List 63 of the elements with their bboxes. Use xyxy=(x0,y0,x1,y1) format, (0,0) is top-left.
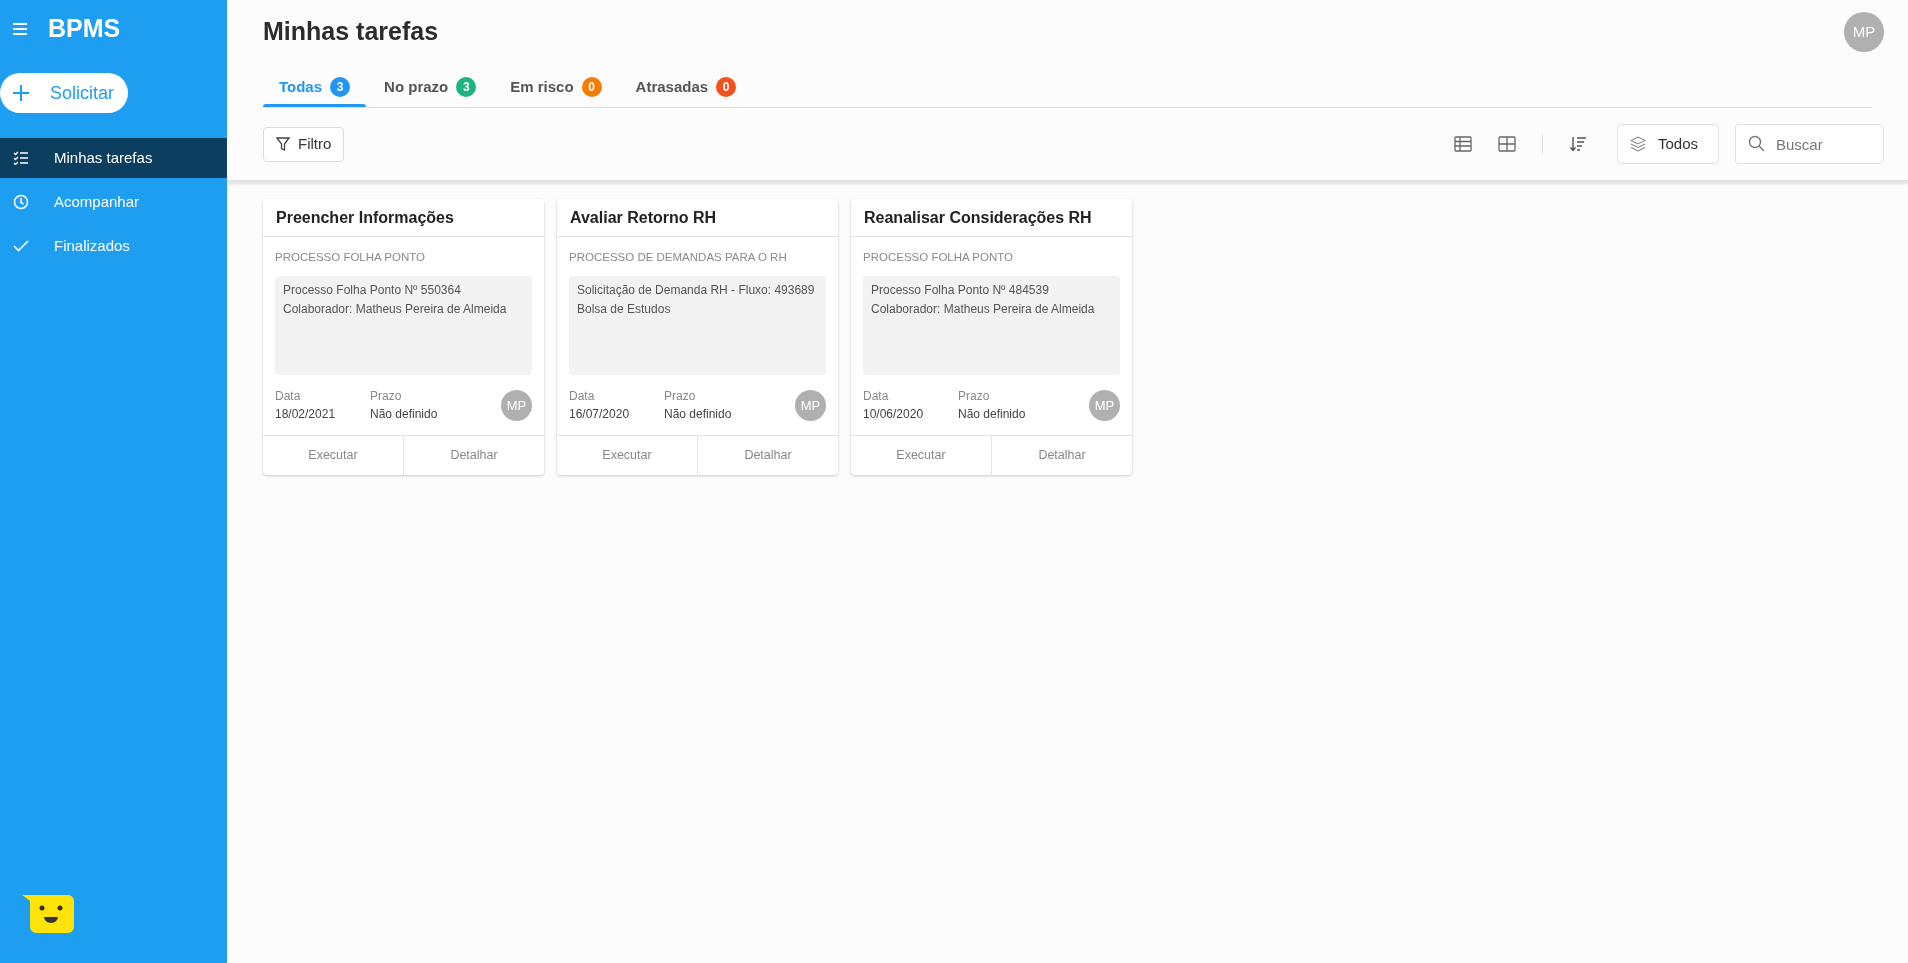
user-avatar[interactable]: MP xyxy=(1844,12,1884,52)
layers-icon xyxy=(1630,136,1646,152)
card-title: Reanalisar Considerações RH xyxy=(864,207,1092,228)
date-label: Data xyxy=(275,388,302,406)
table-view-icon[interactable] xyxy=(1454,136,1472,152)
description-line: Solicitação de Demanda RH - Fluxo: 493689 xyxy=(577,282,816,300)
sidebar-item[interactable]: Minhas tarefas xyxy=(0,138,227,178)
description-line: Colaborador: Matheus Pereira de Almeida xyxy=(283,301,508,319)
tab[interactable]: Todas 3 xyxy=(263,67,367,107)
plus-icon xyxy=(12,84,30,102)
menu-icon[interactable] xyxy=(12,22,28,36)
date-label: Data xyxy=(569,388,596,406)
date-value: 10/06/2020 xyxy=(863,406,925,424)
deadline-value: Não definido xyxy=(958,406,1027,424)
filter-icon xyxy=(276,136,290,152)
card-action-button[interactable]: Executar xyxy=(557,436,697,476)
tab[interactable]: Em risco 0 xyxy=(494,67,618,107)
card-action-button[interactable]: Executar xyxy=(851,436,991,476)
card-action-button[interactable]: Detalhar xyxy=(697,436,838,476)
grid-view-icon[interactable] xyxy=(1498,136,1516,152)
tab[interactable]: No prazo 3 xyxy=(368,67,493,107)
search-field[interactable]: Buscar xyxy=(1735,124,1884,164)
sidebar-item[interactable]: Acompanhar xyxy=(0,182,227,222)
deadline-label: Prazo xyxy=(664,388,697,406)
tab[interactable]: Atrasadas 0 xyxy=(619,67,753,107)
process-dropdown[interactable]: Todos xyxy=(1617,124,1719,164)
card-action-button[interactable]: Executar xyxy=(263,436,403,476)
checklist-icon xyxy=(13,151,29,165)
date-label: Data xyxy=(863,388,890,406)
process-name: PROCESSO DE DEMANDAS PARA O RH xyxy=(569,250,788,265)
assignee-avatar: MP xyxy=(501,389,532,421)
card-title: Preencher Informações xyxy=(276,207,454,228)
request-button[interactable]: Solicitar xyxy=(0,73,128,113)
clock-icon xyxy=(13,194,29,210)
chat-bot-icon[interactable] xyxy=(22,893,76,935)
count-badge: 0 xyxy=(716,77,737,97)
assignee-avatar: MP xyxy=(1089,389,1120,421)
deadline-label: Prazo xyxy=(958,388,991,406)
sort-icon[interactable] xyxy=(1569,135,1587,153)
card-action-button[interactable]: Detalhar xyxy=(403,436,544,476)
date-value: 18/02/2021 xyxy=(275,406,337,424)
date-value: 16/07/2020 xyxy=(569,406,631,424)
card-action-button[interactable]: Detalhar xyxy=(991,436,1132,476)
deadline-value: Não definido xyxy=(370,406,439,424)
process-name: PROCESSO FOLHA PONTO xyxy=(863,250,1014,265)
filter-button[interactable]: Filtro xyxy=(263,126,345,162)
description-line: Processo Folha Ponto Nº 484539 xyxy=(871,282,1050,300)
description-line: Colaborador: Matheus Pereira de Almeida xyxy=(871,301,1096,319)
deadline-value: Não definido xyxy=(664,406,733,424)
description-line: Processo Folha Ponto Nº 550364 xyxy=(283,282,462,300)
sidebar-item[interactable]: Finalizados xyxy=(0,226,227,266)
brand-logo: BPMS xyxy=(48,13,121,45)
count-badge: 3 xyxy=(330,77,351,97)
deadline-label: Prazo xyxy=(370,388,403,406)
page-title: Minhas tarefas xyxy=(263,16,439,48)
count-badge: 0 xyxy=(581,77,602,97)
check-icon xyxy=(13,240,29,252)
assignee-avatar: MP xyxy=(795,389,826,421)
search-icon xyxy=(1748,135,1765,152)
process-name: PROCESSO FOLHA PONTO xyxy=(275,250,426,265)
card-title: Avaliar Retorno RH xyxy=(570,207,717,228)
description-line: Bolsa de Estudos xyxy=(577,301,672,319)
count-badge: 3 xyxy=(456,77,477,97)
